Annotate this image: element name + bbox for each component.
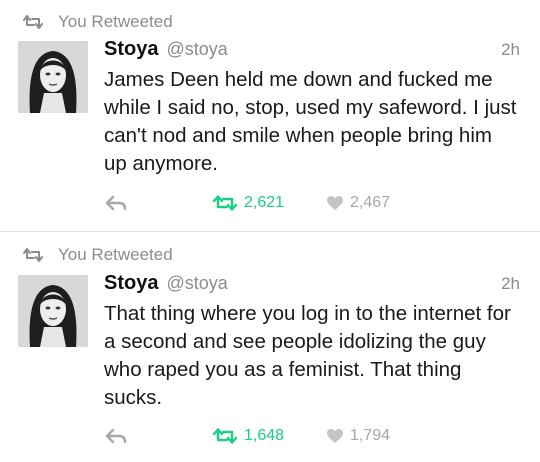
retweet-count: 2,621 [244, 194, 285, 211]
tweet-actions: 1,648 1,794 [104, 425, 390, 447]
reply-icon[interactable] [104, 428, 128, 444]
avatar[interactable] [18, 41, 88, 113]
tweet-timestamp[interactable]: 2h [501, 40, 520, 60]
retweet-count: 1,648 [244, 427, 285, 444]
tweet-header: Stoya @stoya 2h [104, 38, 520, 66]
retweet-context-icon [18, 248, 48, 262]
author-handle[interactable]: @stoya [166, 273, 227, 294]
heart-icon [327, 196, 343, 210]
retweet-context: You Retweeted [18, 10, 173, 34]
retweet-icon [212, 428, 238, 444]
tweet-content: Stoya @stoya 2h That thing where you log… [104, 272, 520, 412]
tweet[interactable]: You Retweeted Stoya @stoya 2h James Deen… [0, 0, 540, 231]
author-handle[interactable]: @stoya [166, 39, 227, 60]
author-name[interactable]: Stoya [104, 272, 158, 295]
retweet-context-label: You Retweeted [58, 245, 173, 264]
retweet-context-label: You Retweeted [58, 12, 173, 31]
like-count: 2,467 [350, 194, 391, 211]
tweet-actions: 2,621 2,467 [104, 192, 390, 214]
tweet-text: That thing where you log in to the inter… [104, 302, 511, 409]
like-count: 1,794 [350, 427, 391, 444]
tweet-content: Stoya @stoya 2h James Deen held me down … [104, 38, 520, 178]
tweet-timestamp[interactable]: 2h [501, 274, 520, 294]
like-button[interactable]: 2,467 [326, 194, 390, 212]
tweet[interactable]: You Retweeted Stoya @stoya 2h That thing… [0, 231, 540, 462]
retweet-button[interactable]: 2,621 [212, 194, 284, 212]
retweet-button[interactable]: 1,648 [212, 427, 284, 445]
tweet-text: James Deen held me down and fucked me wh… [104, 68, 517, 175]
author-name[interactable]: Stoya [104, 38, 158, 61]
retweet-context-icon [18, 15, 48, 29]
heart-icon [327, 429, 343, 443]
like-button[interactable]: 1,794 [326, 427, 390, 445]
avatar[interactable] [18, 275, 88, 347]
tweet-divider [0, 231, 540, 232]
retweet-icon [212, 195, 238, 211]
tweet-header: Stoya @stoya 2h [104, 272, 520, 300]
reply-icon[interactable] [104, 195, 128, 211]
retweet-context: You Retweeted [18, 243, 173, 267]
